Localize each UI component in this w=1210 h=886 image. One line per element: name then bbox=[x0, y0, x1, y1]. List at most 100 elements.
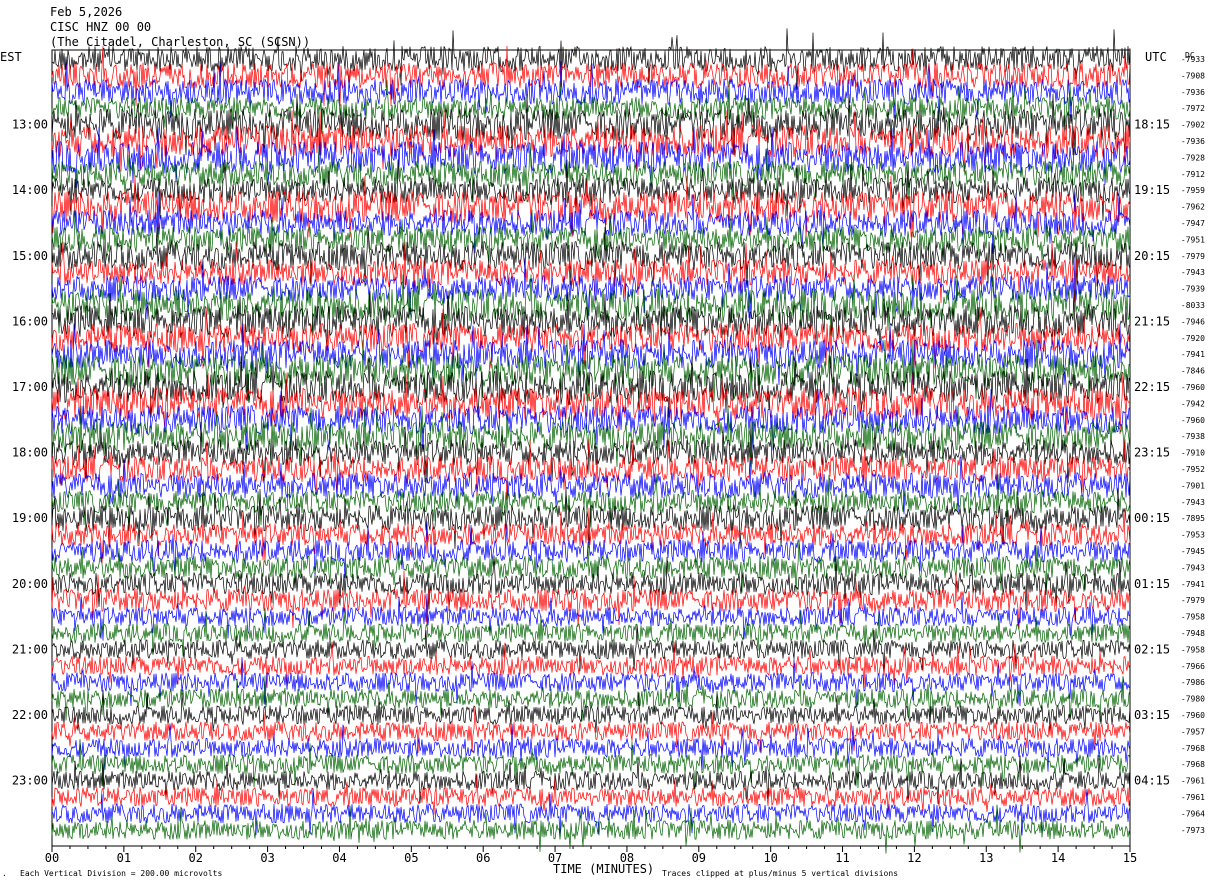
clip-note: Traces clipped at plus/minus 5 vertical … bbox=[662, 869, 898, 878]
trace-lines bbox=[51, 28, 1131, 854]
helicorder-chart: Feb 5,2026 CISC HNZ 00 00 (The Citadel, … bbox=[0, 5, 1205, 878]
right-hour-label: 22:15 bbox=[1134, 380, 1170, 394]
x-tick-label: 14 bbox=[1051, 851, 1065, 865]
dc-offset-label: -7980 bbox=[1181, 695, 1205, 704]
left-hour-label: 20:00 bbox=[12, 577, 48, 591]
dc-offset-label: -7958 bbox=[1181, 645, 1205, 654]
x-tick-label: 11 bbox=[835, 851, 849, 865]
x-tick-label: 15 bbox=[1123, 851, 1137, 865]
dc-offset-label: -7979 bbox=[1181, 252, 1205, 261]
right-hour-label: 18:15 bbox=[1134, 118, 1170, 132]
dc-offset-label: -7936 bbox=[1181, 137, 1205, 146]
dc-offset-label: -7961 bbox=[1181, 793, 1205, 802]
dc-offset-label: -7895 bbox=[1181, 514, 1205, 523]
dc-offset-label: -7948 bbox=[1181, 629, 1205, 638]
left-hour-label: 14:00 bbox=[12, 183, 48, 197]
dc-offset-label: -7961 bbox=[1181, 777, 1205, 786]
right-hour-labels: 18:15 19:15 20:15 21:15 22:15 23:15 00:15 01:15… bbox=[1134, 118, 1170, 788]
dc-offset-label: -7936 bbox=[1181, 88, 1205, 97]
x-tick-label: 05 bbox=[404, 851, 418, 865]
right-hour-label: 01:15 bbox=[1134, 577, 1170, 591]
left-hour-label: 23:00 bbox=[12, 774, 48, 788]
dc-offset-label: -7968 bbox=[1181, 744, 1205, 753]
station-label: CISC HNZ 00 00 bbox=[50, 20, 151, 34]
right-hour-label: 03:15 bbox=[1134, 708, 1170, 722]
x-tick-label: 13 bbox=[979, 851, 993, 865]
dc-offset-label: -7943 bbox=[1181, 563, 1205, 572]
dc-offset-label: -7846 bbox=[1181, 367, 1205, 376]
dc-offset-label: -7908 bbox=[1181, 71, 1205, 80]
left-hour-label: 15:00 bbox=[12, 249, 48, 263]
dc-offset-label: -7966 bbox=[1181, 662, 1205, 671]
right-hour-label: 23:15 bbox=[1134, 446, 1170, 460]
dc-offset-label: -7928 bbox=[1181, 153, 1205, 162]
x-axis-title: TIME (MINUTES) bbox=[553, 862, 654, 876]
left-timezone-label: EST bbox=[0, 50, 22, 64]
trace-line bbox=[51, 689, 1131, 733]
dc-offset-label: -7902 bbox=[1181, 121, 1205, 130]
dc-offset-label: -7938 bbox=[1181, 432, 1205, 441]
dc-offset-label: -7972 bbox=[1181, 104, 1205, 113]
dc-offset-label: -7973 bbox=[1181, 826, 1205, 835]
scale-note: Each Vertical Division = 200.00 microvol… bbox=[20, 869, 222, 878]
dc-offset-label: -7946 bbox=[1181, 317, 1205, 326]
dc-offset-label: -8033 bbox=[1181, 301, 1205, 310]
dc-offset-label: -7960 bbox=[1181, 416, 1205, 425]
dc-offset-label: -7962 bbox=[1181, 203, 1205, 212]
x-tick-label: 06 bbox=[476, 851, 490, 865]
x-tick-label: 04 bbox=[332, 851, 346, 865]
dc-offset-label: -7912 bbox=[1181, 170, 1205, 179]
dc-offset-label: -7945 bbox=[1181, 547, 1205, 556]
dc-offset-label: -7960 bbox=[1181, 383, 1205, 392]
dc-offset-label: -7901 bbox=[1181, 481, 1205, 490]
left-hour-label: 16:00 bbox=[12, 314, 48, 328]
dc-offset-label: -7941 bbox=[1181, 580, 1205, 589]
right-hour-label: 21:15 bbox=[1134, 314, 1170, 328]
date-label: Feb 5,2026 bbox=[50, 5, 122, 19]
dc-offset-label: -7920 bbox=[1181, 334, 1205, 343]
dc-offset-label: -7986 bbox=[1181, 678, 1205, 687]
left-hour-label: 21:00 bbox=[12, 642, 48, 656]
dc-offset-label: -7953 bbox=[1181, 531, 1205, 540]
left-hour-label: 22:00 bbox=[12, 708, 48, 722]
dc-offset-label: -7910 bbox=[1181, 449, 1205, 458]
dc-offset-label: -7960 bbox=[1181, 711, 1205, 720]
left-hour-label: 13:00 bbox=[12, 118, 48, 132]
right-hour-label: 19:15 bbox=[1134, 183, 1170, 197]
dc-offset-label: -7979 bbox=[1181, 596, 1205, 605]
dc-offset-labels: -7933 -7908 -7936 -7972 -7902 -7936 -7928 -7912… bbox=[1181, 55, 1205, 835]
right-hour-label: 00:15 bbox=[1134, 511, 1170, 525]
left-hour-label: 19:00 bbox=[12, 511, 48, 525]
x-tick-label: 02 bbox=[189, 851, 203, 865]
left-hour-labels: 13:00 14:00 15:00 16:00 17:00 18:00 19:00 20:00… bbox=[12, 118, 48, 788]
left-hour-label: 18:00 bbox=[12, 446, 48, 460]
dc-offset-label: -7952 bbox=[1181, 465, 1205, 474]
right-timezone-label: UTC bbox=[1145, 50, 1167, 64]
x-tick-label: 09 bbox=[692, 851, 706, 865]
dc-offset-label: -7964 bbox=[1181, 809, 1205, 818]
dc-offset-label: -7947 bbox=[1181, 219, 1205, 228]
dc-offset-label: -7943 bbox=[1181, 268, 1205, 277]
dc-offset-label: -7942 bbox=[1181, 399, 1205, 408]
left-hour-label: 17:00 bbox=[12, 380, 48, 394]
right-hour-label: 02:15 bbox=[1134, 642, 1170, 656]
dc-offset-label: -7933 bbox=[1181, 55, 1205, 64]
dc-offset-label: -7943 bbox=[1181, 498, 1205, 507]
x-tick-label: 00 bbox=[45, 851, 59, 865]
x-tick-label: 01 bbox=[117, 851, 131, 865]
dc-offset-label: -7957 bbox=[1181, 727, 1205, 736]
corner-mark: . bbox=[2, 869, 7, 878]
dc-offset-label: -7968 bbox=[1181, 760, 1205, 769]
x-tick-label: 12 bbox=[907, 851, 921, 865]
dc-offset-label: -7958 bbox=[1181, 613, 1205, 622]
dc-offset-label: -7939 bbox=[1181, 285, 1205, 294]
x-tick-label: 03 bbox=[260, 851, 274, 865]
dc-offset-label: -7941 bbox=[1181, 350, 1205, 359]
dc-offset-label: -7951 bbox=[1181, 235, 1205, 244]
dc-offset-label: -7959 bbox=[1181, 186, 1205, 195]
trace-line bbox=[51, 675, 1131, 723]
right-hour-label: 04:15 bbox=[1134, 774, 1170, 788]
right-hour-label: 20:15 bbox=[1134, 249, 1170, 263]
trace-line bbox=[51, 110, 1131, 172]
x-tick-label: 10 bbox=[763, 851, 777, 865]
